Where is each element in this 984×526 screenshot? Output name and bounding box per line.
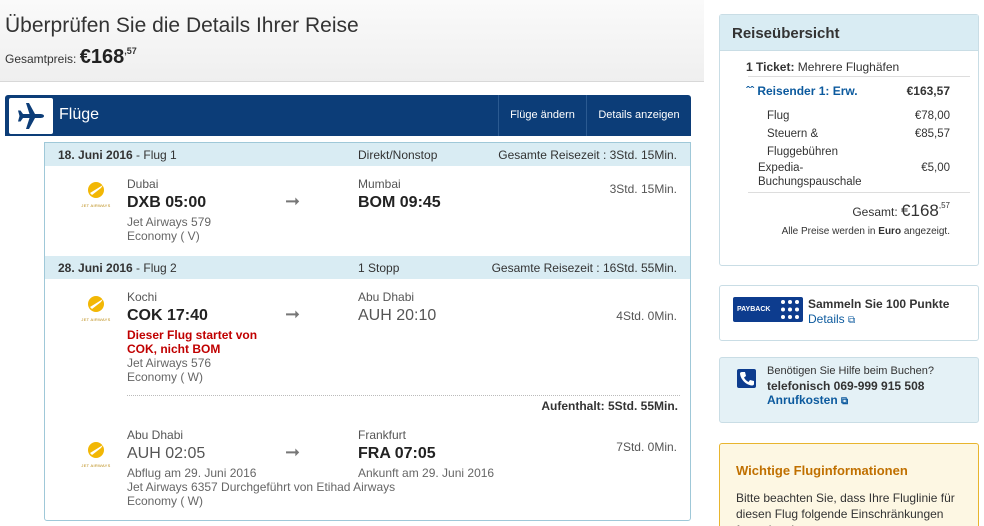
flight-number: Jet Airways 579 xyxy=(127,215,212,229)
plane-icon xyxy=(9,98,53,134)
important-info-text: Bitte beachten Sie, dass Ihre Fluglinie … xyxy=(736,491,955,526)
taxes-label: Steuern & xyxy=(767,128,819,140)
summary-divider xyxy=(748,76,970,77)
booking-fee-label: Buchungspauschale xyxy=(758,176,862,188)
layover-duration: Aufenthalt: 5Std. 55Min. xyxy=(541,399,678,413)
arrival-time: FRA 07:05 xyxy=(358,445,436,462)
arrival-city: Abu Dhabi xyxy=(358,290,415,304)
arrival-time: BOM 09:45 xyxy=(358,194,441,211)
flight-number: Jet Airways 6357 Durchgeführt von Etihad… xyxy=(127,480,396,494)
important-info-title: Wichtige Fluginformationen xyxy=(736,463,908,478)
booking-fee-label: Expedia- xyxy=(758,162,804,174)
departure-warning: Dieser Flug startet von xyxy=(127,328,258,342)
trip-summary-panel: Reiseübersicht 1 Ticket: Mehrere Flughäf… xyxy=(719,14,979,266)
arrival-time: AUH 20:10 xyxy=(358,307,437,324)
booking-fee-amount: €5,00 xyxy=(921,162,950,174)
layover-divider xyxy=(127,395,680,396)
help-question: Benötigen Sie Hilfe beim Buchen? xyxy=(767,365,934,377)
arrow-right-icon: ➞ xyxy=(285,304,301,324)
show-details-button[interactable]: Details anzeigen xyxy=(586,95,691,136)
trip-summary-title: Reiseübersicht xyxy=(732,25,840,42)
flights-panel: 18. Juni 2016 - Flug 1 Direkt/Nonstop Ge… xyxy=(44,142,691,521)
summary-divider xyxy=(748,192,970,193)
call-costs-link[interactable]: Anrufkosten ⧉ xyxy=(767,393,848,407)
segment-date: 28. Juni 2016 - Flug 2 xyxy=(58,261,177,275)
flight-price-amount: €78,00 xyxy=(914,110,950,122)
change-flights-button[interactable]: Flüge ändern xyxy=(498,95,586,136)
phone-icon xyxy=(737,369,756,388)
total-price-cents: ,57 xyxy=(124,46,137,56)
flight-price-label: Flug xyxy=(767,110,790,122)
departure-date-note: Abflug am 29. Juni 2016 xyxy=(127,466,257,480)
jet-airways-logo: JET AIRWAYS xyxy=(81,439,111,469)
segment-stops: 1 Stopp xyxy=(358,261,400,275)
taxes-amount: €85,57 xyxy=(914,128,950,140)
departure-city: Dubai xyxy=(127,177,159,191)
summary-total: Gesamt: €168,57 xyxy=(852,201,950,220)
page-title: Überprüfen Sie die Details Ihrer Reise xyxy=(5,14,359,37)
taxes-label: Fluggebühren xyxy=(767,146,838,158)
segment-header-flight-2: 28. Juni 2016 - Flug 2 1 Stopp Gesamte R… xyxy=(45,256,690,279)
arrow-right-icon: ➞ xyxy=(285,191,301,211)
total-price: Gesamtpreis: €168,57 xyxy=(5,46,137,69)
segment-header-flight-1: 18. Juni 2016 - Flug 1 Direkt/Nonstop Ge… xyxy=(45,143,690,166)
payback-logo: PAYBACK xyxy=(733,297,803,322)
segment-stops: Direkt/Nonstop xyxy=(358,148,438,162)
leg-duration: 4Std. 0Min. xyxy=(616,309,677,323)
traveler-amount: €163,57 xyxy=(906,84,950,98)
departure-city: Abu Dhabi xyxy=(127,428,184,442)
segment-date: 18. Juni 2016 - Flug 1 xyxy=(58,148,177,162)
traveler-toggle[interactable]: ˆˆ Reisender 1: Erw. xyxy=(746,84,858,98)
total-price-label: Gesamtpreis: xyxy=(5,52,77,66)
segment-total-duration: Gesamte Reisezeit : 16Std. 55Min. xyxy=(491,261,677,275)
payback-panel: PAYBACK Sammeln Sie 100 Punkte Details ⧉ xyxy=(719,285,979,341)
important-info-panel: Wichtige Fluginformationen Bitte beachte… xyxy=(719,443,979,526)
ticket-info: 1 Ticket: Mehrere Flughäfen xyxy=(746,60,900,74)
leg-duration: 7Std. 0Min. xyxy=(616,440,677,454)
departure-time: COK 17:40 xyxy=(127,307,208,324)
departure-city: Kochi xyxy=(127,290,158,304)
arrival-city: Mumbai xyxy=(358,177,401,191)
flights-header-bar: Flüge Flüge ändern Details anzeigen xyxy=(5,95,691,136)
payback-title: Sammeln Sie 100 Punkte xyxy=(808,297,950,311)
jet-airways-logo: JET AIRWAYS xyxy=(81,179,111,209)
help-panel: Benötigen Sie Hilfe beim Buchen? telefon… xyxy=(719,357,979,423)
external-link-icon: ⧉ xyxy=(848,315,856,326)
departure-time: AUH 02:05 xyxy=(127,445,206,462)
flights-title: Flüge xyxy=(59,106,100,123)
chevron-up-icon: ˆˆ xyxy=(746,84,754,98)
arrival-city: Frankfurt xyxy=(358,428,407,442)
payback-details-link[interactable]: Details ⧉ xyxy=(808,312,855,326)
departure-warning: COK, nicht BOM xyxy=(127,342,221,356)
cabin-class: Economy ( W) xyxy=(127,370,204,384)
cabin-class: Economy ( W) xyxy=(127,494,204,508)
page-header: Überprüfen Sie die Details Ihrer Reise G… xyxy=(0,0,704,82)
leg-duration: 3Std. 15Min. xyxy=(609,182,677,196)
jet-airways-logo: JET AIRWAYS xyxy=(81,293,111,323)
currency-note: Alle Preise werden in Euro angezeigt. xyxy=(781,226,950,237)
segment-total-duration: Gesamte Reisezeit : 3Std. 15Min. xyxy=(498,148,677,162)
arrow-right-icon: ➞ xyxy=(285,442,301,462)
departure-time: DXB 05:00 xyxy=(127,194,207,211)
help-phone-number: telefonisch 069-999 915 508 xyxy=(767,379,925,393)
cabin-class: Economy ( V) xyxy=(127,229,200,243)
arrival-date-note: Ankunft am 29. Juni 2016 xyxy=(358,466,495,480)
external-link-icon: ⧉ xyxy=(841,396,849,407)
flight-number: Jet Airways 576 xyxy=(127,356,212,370)
total-price-amount: €168 xyxy=(79,46,125,68)
